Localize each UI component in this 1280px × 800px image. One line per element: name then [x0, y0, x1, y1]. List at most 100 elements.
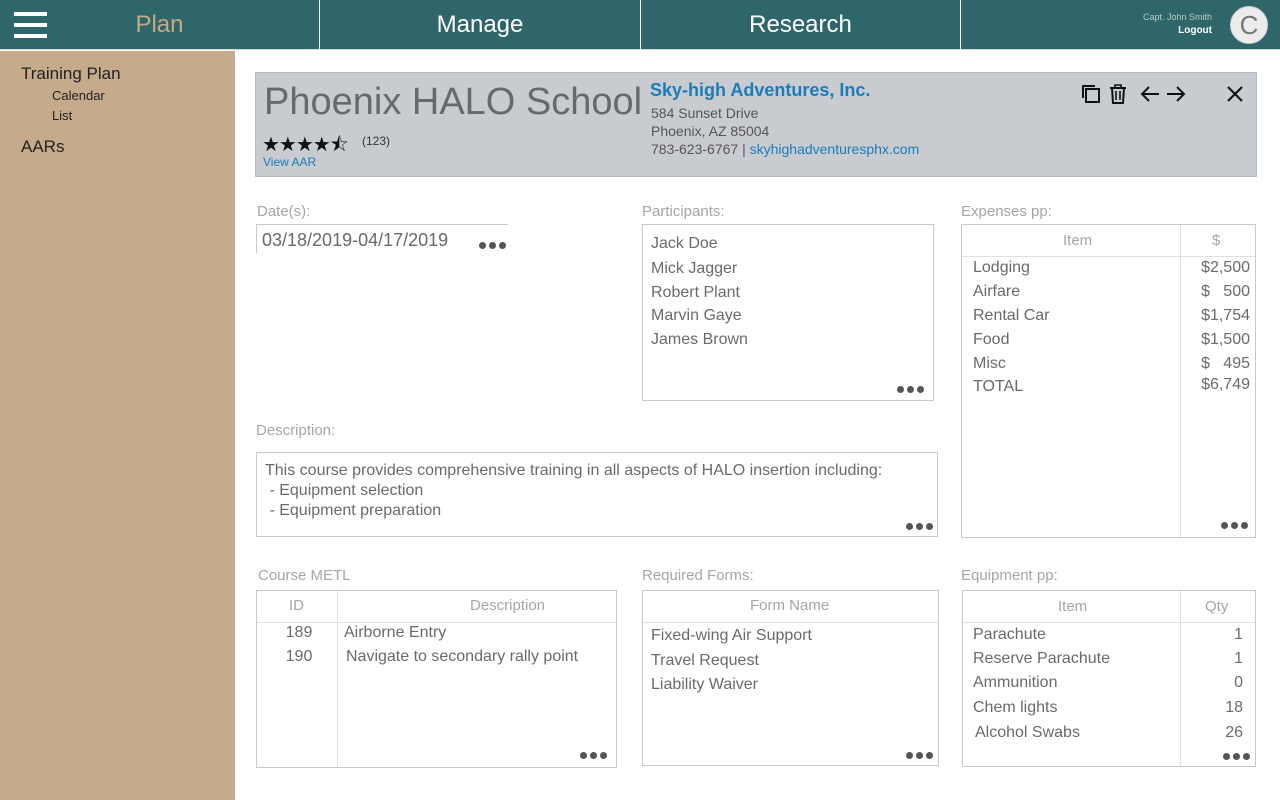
column-divider	[1180, 591, 1181, 766]
metl-label: Course METL	[258, 567, 351, 584]
close-icon[interactable]	[1224, 83, 1246, 105]
header-divider	[963, 622, 1255, 623]
arrow-right-icon[interactable]	[1165, 83, 1187, 105]
equipment-item: Reserve Parachute	[973, 650, 1110, 667]
description-label: Description:	[256, 422, 336, 439]
sidebar-item-list[interactable]: List	[52, 108, 72, 123]
equipment-header-qty: Qty	[1205, 598, 1229, 615]
expenses-label: Expenses pp:	[961, 203, 1052, 220]
metl-description: Airborne Entry	[344, 624, 447, 641]
participant-item[interactable]: James Brown	[651, 331, 748, 349]
participants-list: Jack Doe Mick Jagger Robert Plant Marvin…	[642, 224, 934, 401]
equipment-qty: 1	[1234, 650, 1243, 667]
expense-amount: $1,754	[1201, 307, 1250, 324]
dates-field[interactable]: 03/18/2019-04/17/2019	[256, 224, 508, 253]
participant-item[interactable]: Robert Plant	[651, 284, 740, 302]
expense-amount: $1,500	[1201, 331, 1250, 348]
metl-table: ID Description 189 Airborne Entry 190 Na…	[256, 590, 617, 768]
company-address-line1: 584 Sunset Drive	[651, 105, 759, 121]
expenses-header-amount: $	[1212, 232, 1221, 249]
expenses-table: Item $ Lodging $2,500 Airfare $ 500 Rent…	[961, 224, 1256, 538]
forms-header-name: Form Name	[750, 597, 830, 614]
equipment-item: Chem lights	[973, 699, 1058, 716]
trash-icon[interactable]	[1107, 83, 1129, 105]
contact-separator: |	[738, 141, 750, 157]
expense-amount: $ 495	[1201, 355, 1250, 372]
description-more-icon[interactable]	[904, 522, 934, 532]
view-aar-link[interactable]: View AAR	[263, 155, 316, 169]
equipment-header-item: Item	[1058, 598, 1088, 615]
equipment-more-icon[interactable]	[1221, 752, 1251, 762]
column-divider	[337, 591, 338, 767]
participant-item[interactable]: Mick Jagger	[651, 260, 737, 278]
metl-id: 189	[285, 624, 313, 641]
header-divider	[257, 622, 616, 623]
description-line: This course provides comprehensive train…	[265, 462, 883, 479]
equipment-table: Item Qty Parachute 1 Reserve Parachute 1…	[962, 590, 1256, 767]
company-address-line2: Phoenix, AZ 85004	[651, 123, 770, 139]
dates-label: Date(s):	[257, 203, 311, 220]
logout-link[interactable]: Logout	[1178, 25, 1212, 36]
equipment-item: Alcohol Swabs	[975, 724, 1080, 741]
equipment-item: Parachute	[973, 626, 1046, 643]
arrow-left-icon[interactable]	[1139, 83, 1161, 105]
header-divider	[962, 256, 1255, 257]
metl-more-icon[interactable]	[578, 751, 608, 761]
equipment-qty: 26	[1225, 724, 1243, 741]
user-area: Capt. John Smith Logout C	[961, 0, 1280, 50]
description-line: - Equipment selection	[265, 482, 424, 499]
company-name-link[interactable]: Sky-high Adventures, Inc.	[650, 80, 870, 101]
metl-description: Navigate to secondary rally point	[346, 648, 579, 665]
company-website-link[interactable]: skyhighadventuresphx.com	[750, 141, 920, 157]
metl-id: 190	[285, 648, 313, 665]
forms-label: Required Forms:	[642, 567, 754, 584]
equipment-qty: 1	[1234, 626, 1243, 643]
company-contact: 783-623-6767 | skyhighadventuresphx.com	[651, 141, 919, 157]
sidebar-item-calendar[interactable]: Calendar	[52, 88, 105, 103]
description-line: - Equipment preparation	[265, 502, 442, 519]
course-header-card: Phoenix HALO School ★★★★⯪ (123) View AAR…	[255, 72, 1257, 177]
form-item[interactable]: Travel Request	[651, 652, 759, 670]
sidebar: Training Plan Calendar List AARs	[0, 51, 235, 800]
hamburger-menu-icon[interactable]	[14, 12, 47, 39]
page-title: Phoenix HALO School	[264, 81, 643, 123]
forms-more-icon[interactable]	[904, 751, 934, 761]
company-phone: 783-623-6767	[651, 141, 739, 157]
top-nav: Plan Manage Research Capt. John Smith Lo…	[0, 0, 1280, 50]
equipment-label: Equipment pp:	[961, 567, 1058, 584]
expense-item: Lodging	[973, 259, 1030, 276]
description-field[interactable]: This course provides comprehensive train…	[256, 452, 938, 537]
expense-total-amount: $6,749	[1201, 376, 1250, 393]
metl-header-id: ID	[289, 597, 304, 614]
forms-table: Form Name Fixed-wing Air Support Travel …	[642, 590, 939, 766]
expenses-more-icon[interactable]	[1219, 521, 1249, 531]
participant-item[interactable]: Jack Doe	[651, 235, 718, 253]
equipment-qty: 0	[1234, 674, 1243, 691]
expense-amount: $ 500	[1201, 283, 1250, 300]
nav-tab-manage[interactable]: Manage	[320, 0, 641, 50]
column-divider	[1180, 225, 1181, 537]
avatar[interactable]: C	[1230, 6, 1268, 44]
header-divider	[643, 622, 938, 623]
user-name: Capt. John Smith	[1142, 12, 1212, 22]
form-item[interactable]: Liability Waiver	[651, 676, 758, 694]
nav-tab-plan[interactable]: Plan	[0, 0, 320, 50]
app-root: Plan Manage Research Capt. John Smith Lo…	[0, 0, 1280, 800]
metl-header-description: Description	[470, 597, 546, 614]
form-item[interactable]: Fixed-wing Air Support	[651, 627, 812, 645]
expense-total-label: TOTAL	[973, 378, 1024, 395]
rating-count: (123)	[362, 134, 391, 148]
sidebar-item-aars[interactable]: AARs	[21, 137, 64, 157]
copy-icon[interactable]	[1080, 83, 1102, 105]
nav-tab-plan-label: Plan	[135, 11, 184, 38]
expenses-header-item: Item	[1063, 232, 1093, 249]
expense-item: Misc	[973, 355, 1006, 372]
expense-item: Airfare	[973, 283, 1021, 300]
dates-more-icon[interactable]	[477, 241, 507, 251]
equipment-qty: 18	[1225, 699, 1243, 716]
participants-label: Participants:	[642, 203, 725, 220]
sidebar-item-training-plan[interactable]: Training Plan	[21, 64, 121, 84]
participant-item[interactable]: Marvin Gaye	[651, 307, 742, 325]
nav-tab-research[interactable]: Research	[641, 0, 961, 50]
participants-more-icon[interactable]	[895, 385, 925, 395]
